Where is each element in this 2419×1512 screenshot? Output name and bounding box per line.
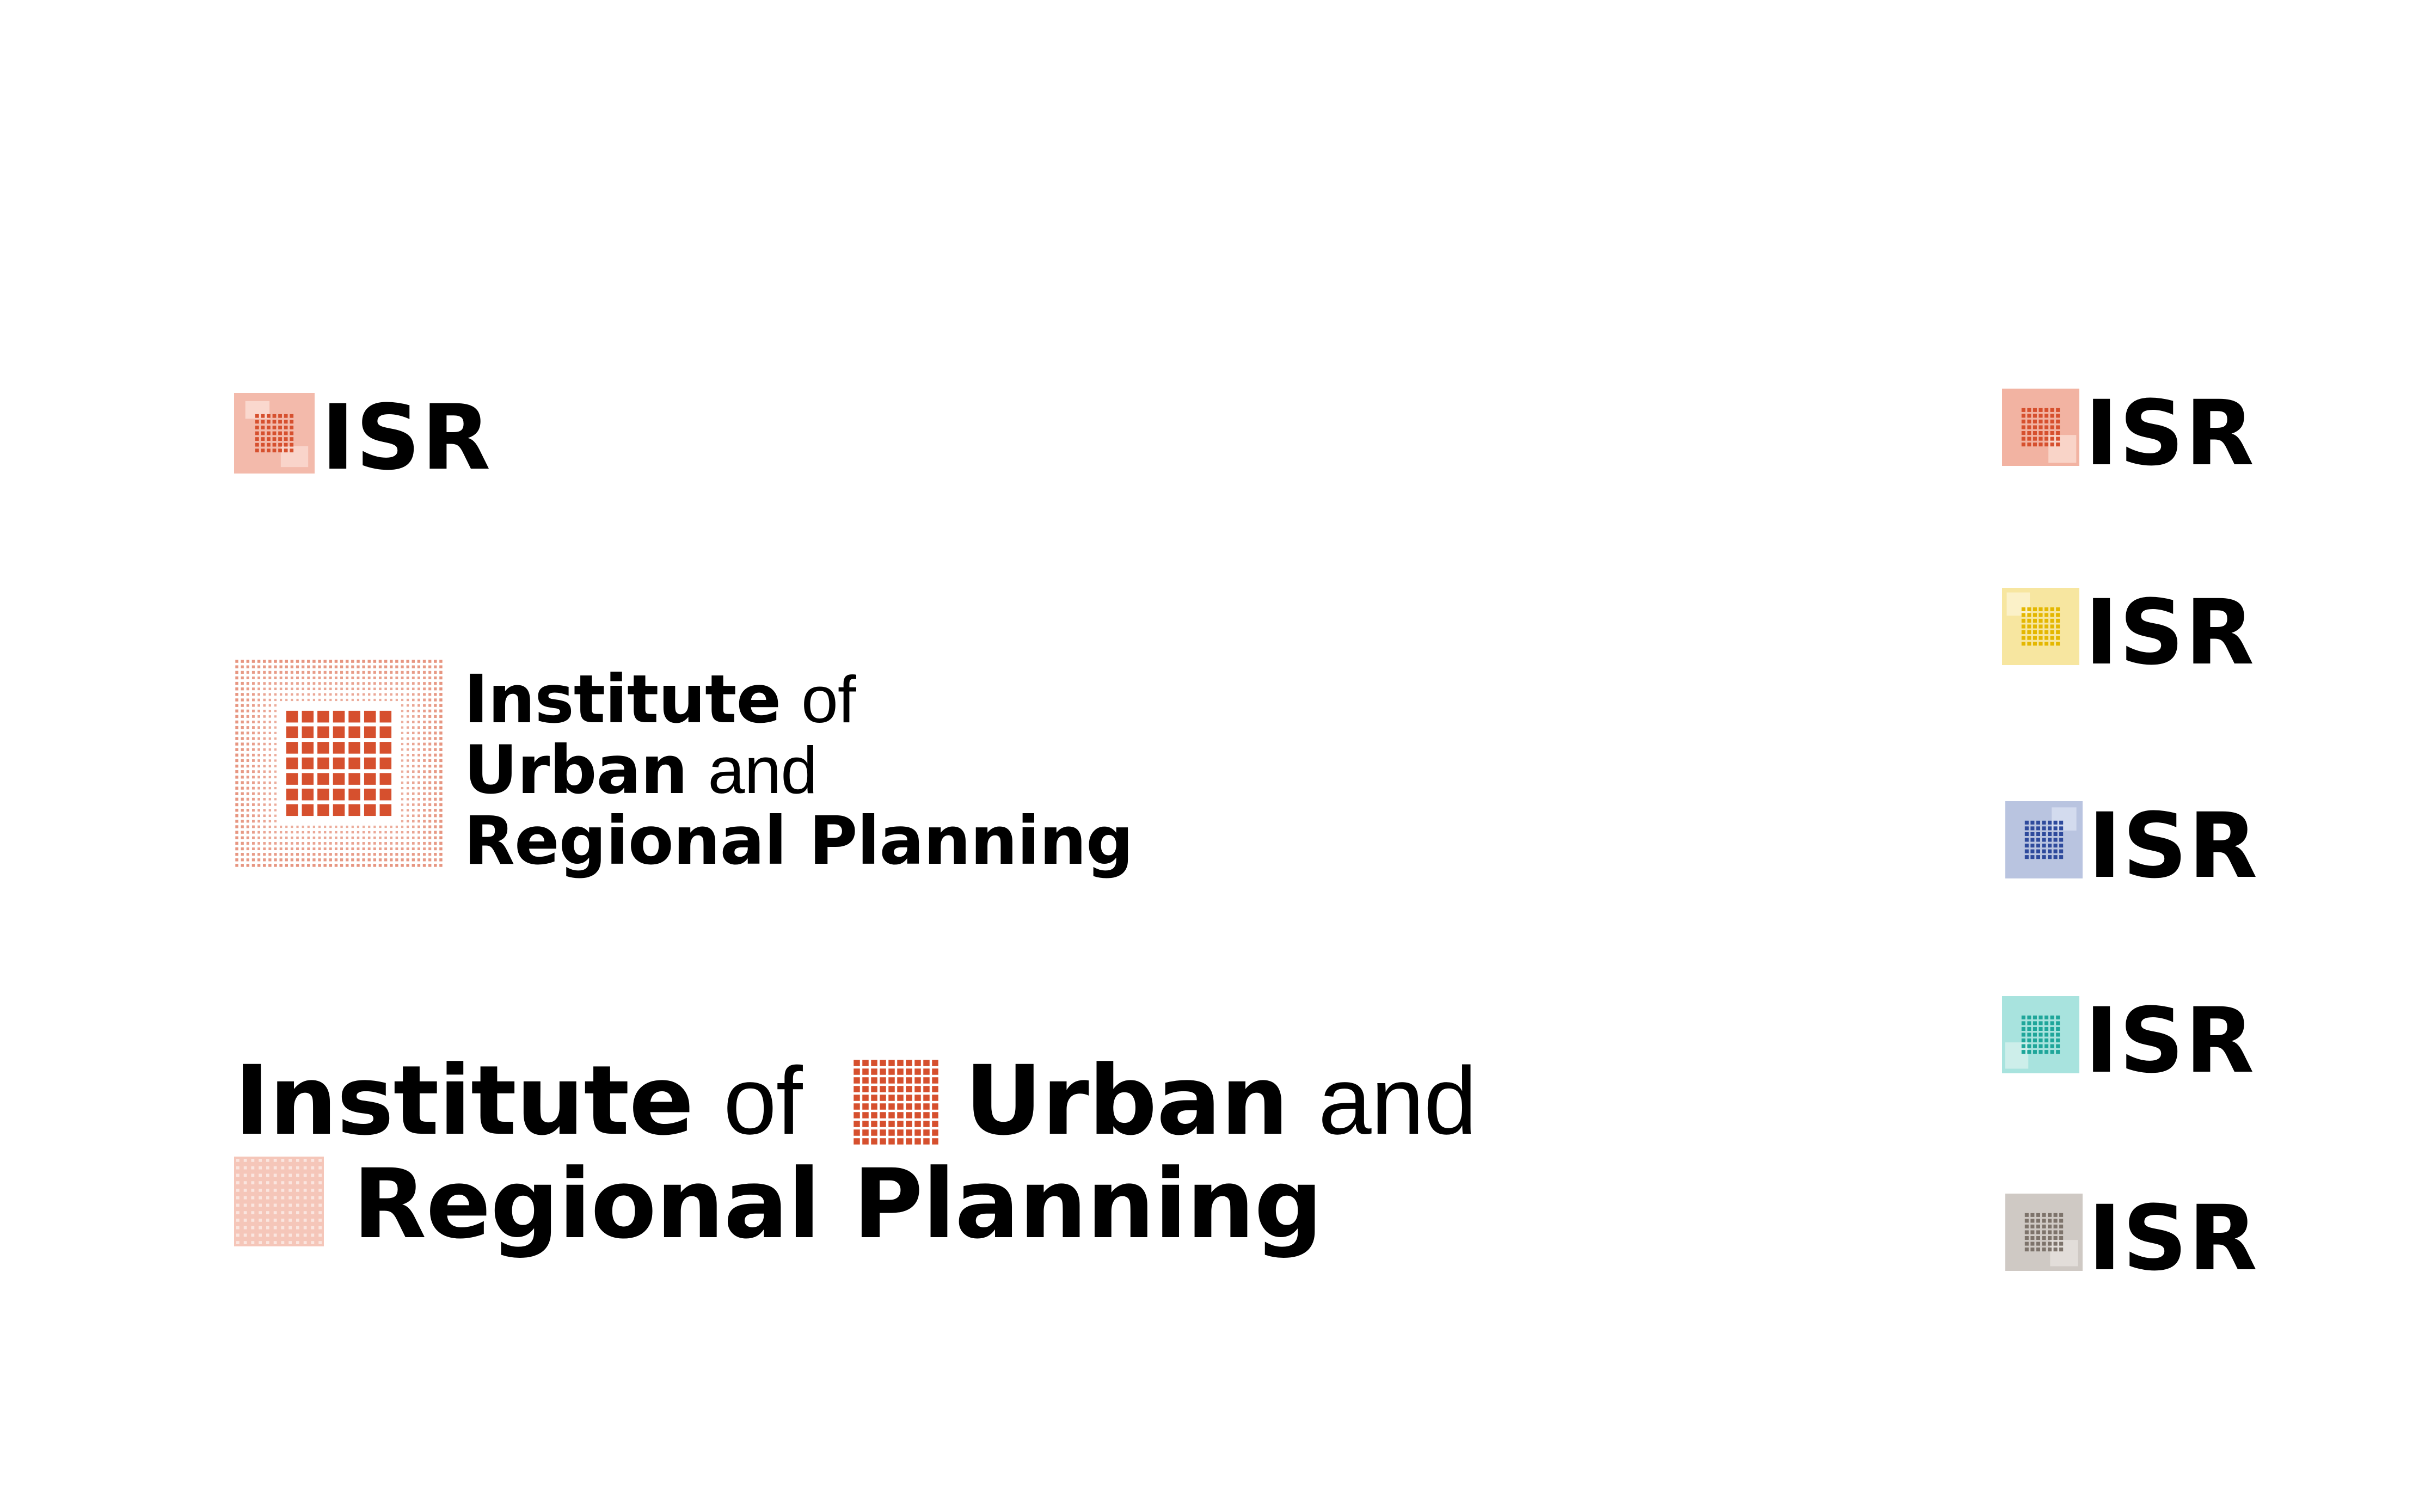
- isr-grid-mark-grey: [2005, 1194, 2083, 1271]
- isr-wordmark-grey-variant: ISR: [2088, 1186, 2259, 1290]
- isr-wordmark-yellow-variant: ISR: [2085, 580, 2256, 685]
- isr-grid-mark-teal: [2002, 996, 2079, 1073]
- isr-wordmark-red-variant: ISR: [2085, 381, 2256, 485]
- isr-wordmark-blue-variant: ISR: [2088, 794, 2259, 898]
- isr-grid-mark-yellow: [2002, 588, 2079, 665]
- isr-wordmark: ISR: [321, 385, 492, 490]
- isr-wordmark-teal-variant: ISR: [2085, 988, 2256, 1093]
- stacked-line-3: Regional Planning: [464, 802, 1133, 880]
- stacked-line-2: Urban and: [464, 732, 818, 809]
- isr-grid-mark-red-light: [234, 1157, 324, 1246]
- isr-grid-mark-red-inline: [854, 1060, 938, 1145]
- stacked-institute-name: Institute of Urban and Regional Planning: [464, 664, 1133, 876]
- stacked-line-1: Institute of: [464, 661, 856, 738]
- horizontal-line-1-a: Institute of: [234, 1045, 803, 1157]
- isr-grid-mark-blue: [2005, 801, 2083, 878]
- isr-grid-mark-red-stacked: [235, 660, 443, 867]
- isr-grid-mark-red-small: [234, 393, 315, 474]
- isr-grid-mark-red: [2002, 389, 2079, 466]
- horizontal-line-2: Regional Planning: [353, 1148, 1323, 1260]
- horizontal-line-1-b: Urban and: [965, 1045, 1477, 1157]
